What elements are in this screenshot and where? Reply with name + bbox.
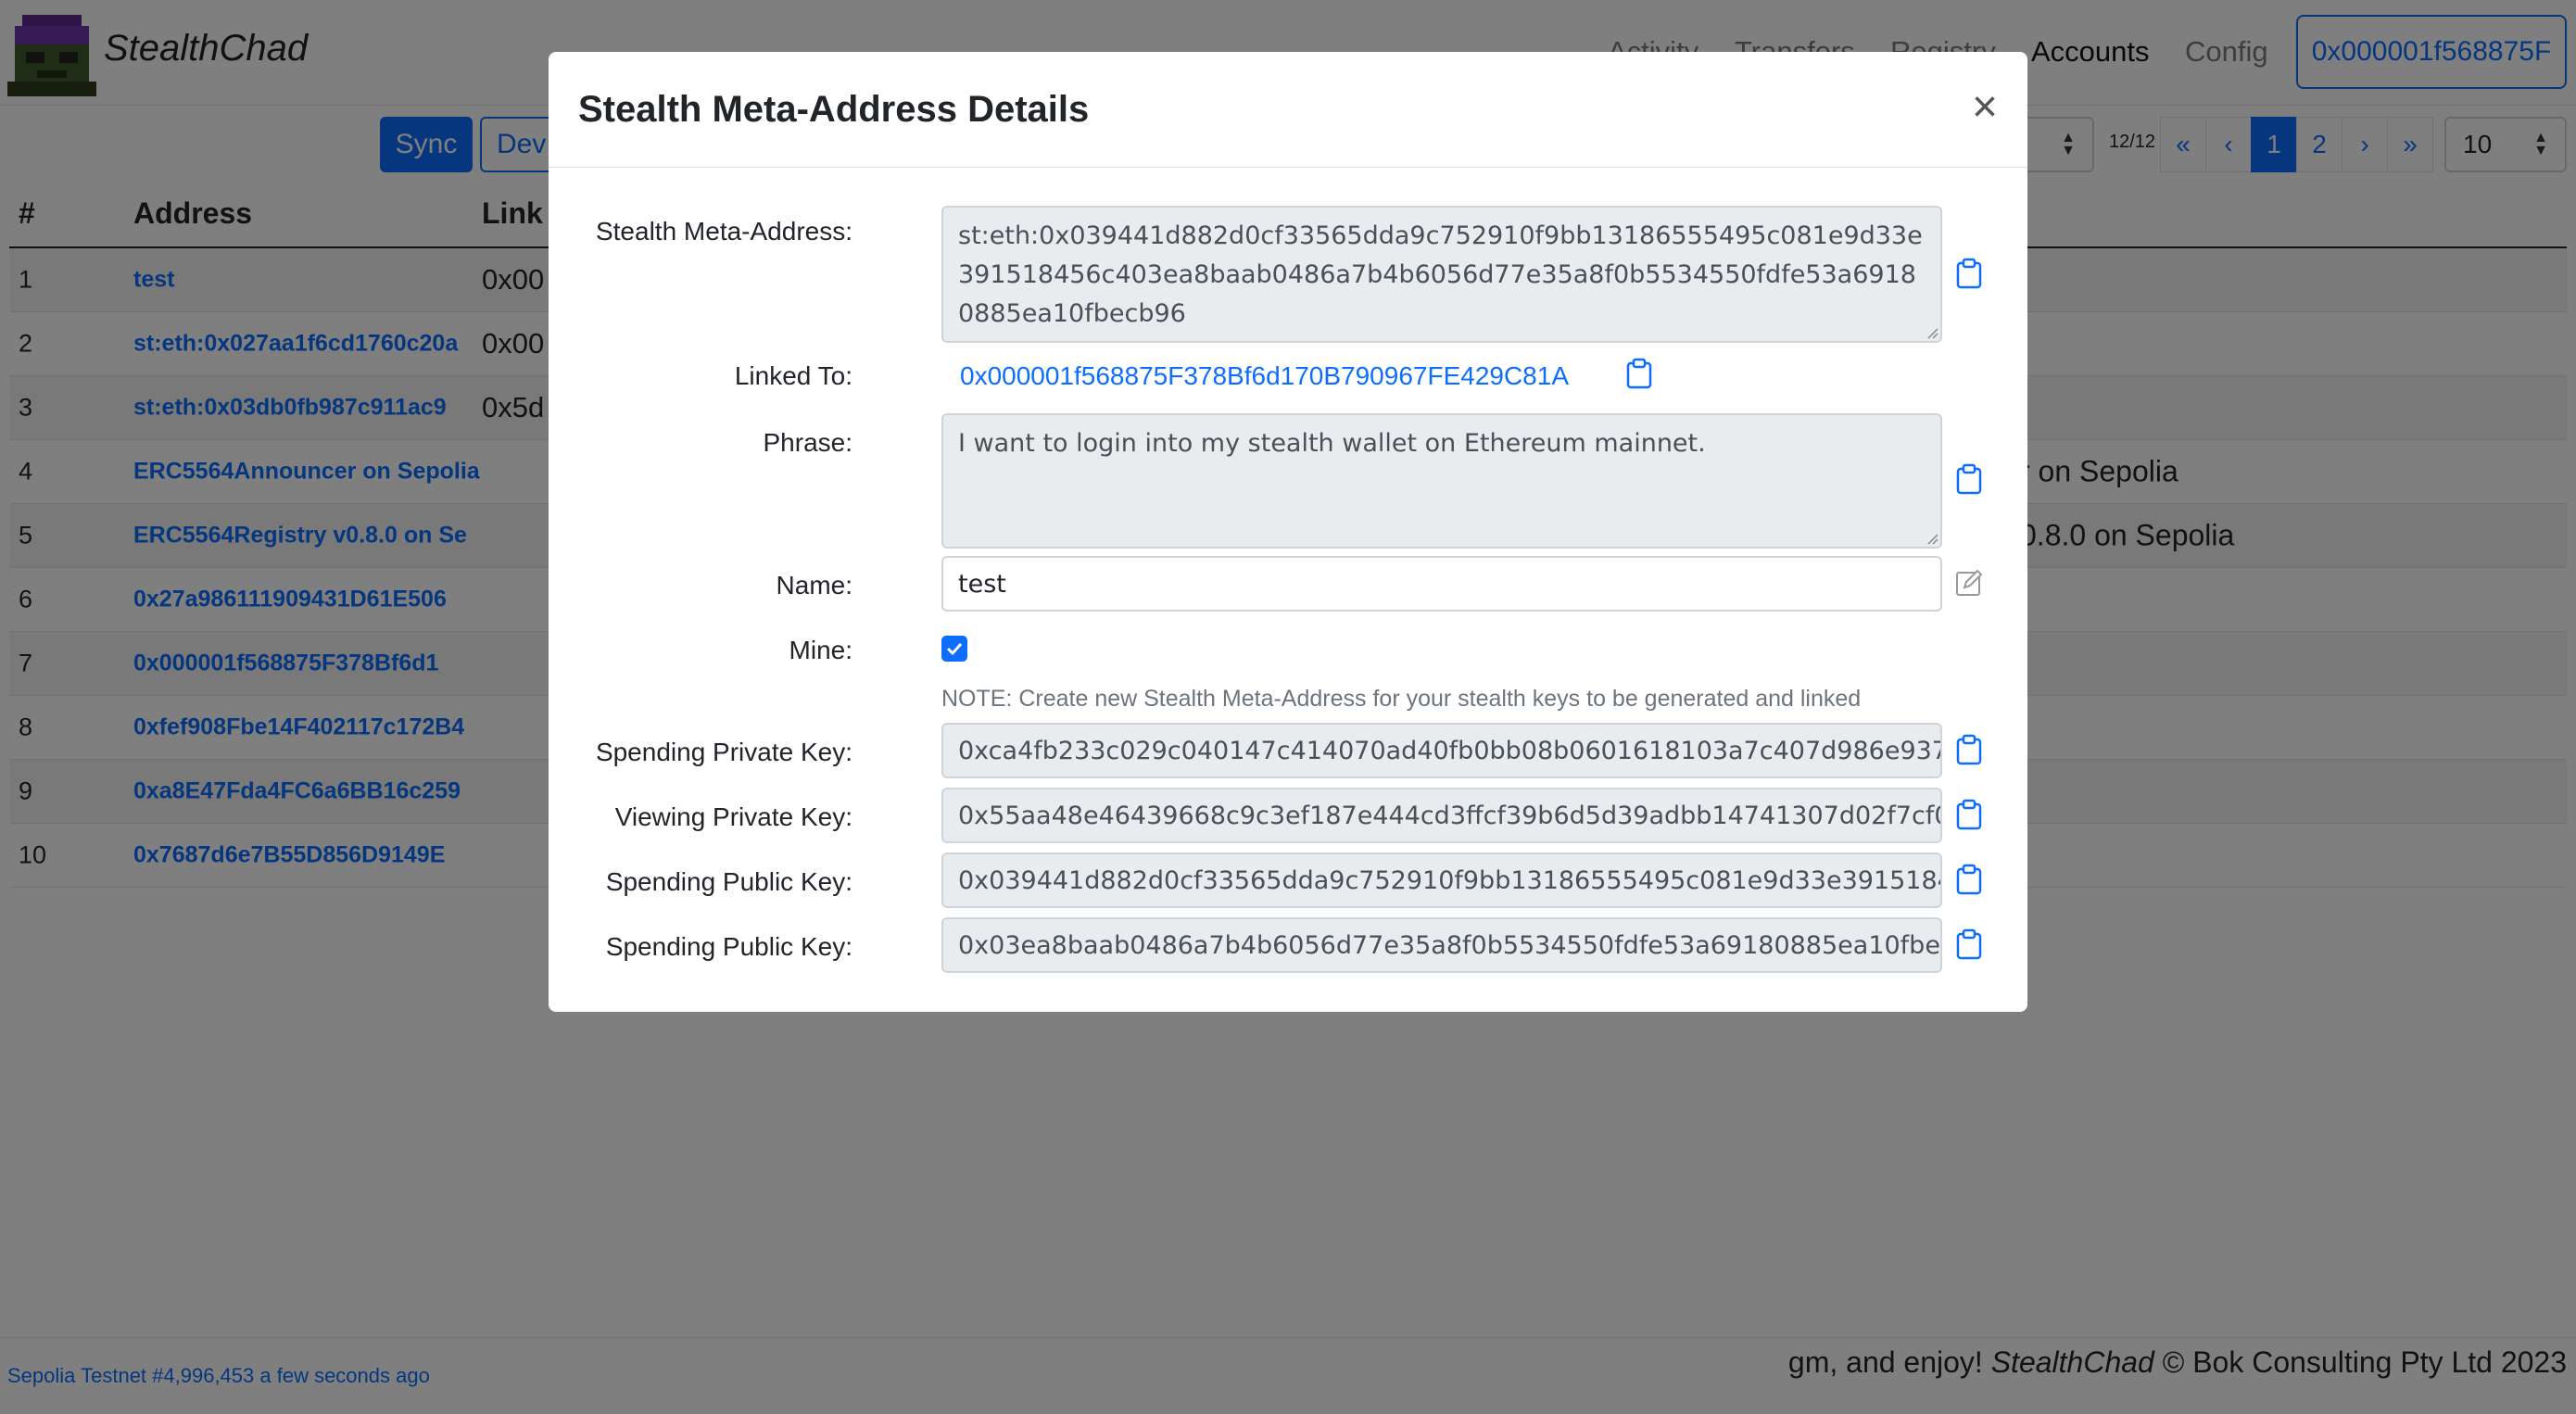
spending-public-key-label: Spending Public Key: — [605, 867, 852, 896]
spending-public-key-2-label: Spending Public Key: — [605, 932, 852, 961]
sma-textarea[interactable]: st:eth:0x039441d882d0cf33565dda9c752910f… — [941, 206, 1942, 343]
viewing-private-key-label: Viewing Private Key: — [614, 802, 852, 831]
name-label: Name: — [776, 571, 852, 600]
clipboard-icon[interactable] — [1625, 358, 1653, 389]
edit-icon[interactable] — [1955, 567, 1983, 599]
mine-checkbox[interactable] — [941, 636, 967, 662]
phrase-label: Phrase: — [763, 428, 853, 457]
phrase-textarea[interactable]: I want to login into my stealth wallet o… — [941, 413, 1942, 549]
stealth-meta-address-modal: Stealth Meta-Address Details × Stealth M… — [549, 52, 2027, 1012]
clipboard-icon[interactable] — [1955, 864, 1983, 895]
check-icon — [946, 642, 963, 656]
modal-title: Stealth Meta-Address Details — [578, 89, 1090, 130]
clipboard-icon[interactable] — [1955, 799, 1983, 830]
sma-value: st:eth:0x039441d882d0cf33565dda9c752910f… — [958, 221, 1923, 328]
viewing-private-key-field[interactable]: 0x55aa48e46439668c9c3ef187e444cd3ffcf39b… — [941, 788, 1942, 843]
close-icon[interactable]: × — [1972, 85, 1998, 130]
spending-public-key-2-field[interactable]: 0x03ea8baab0486a7b4b6056d77e35a8f0b55345… — [941, 917, 1942, 973]
resize-grip-icon[interactable] — [1926, 326, 1938, 339]
clipboard-icon[interactable] — [1955, 258, 1983, 289]
name-input[interactable]: test — [941, 556, 1942, 612]
resize-grip-icon[interactable] — [1926, 532, 1938, 545]
mine-label: Mine: — [789, 636, 852, 664]
sma-label: Stealth Meta-Address: — [595, 217, 852, 246]
modal-header: Stealth Meta-Address Details × — [549, 52, 2027, 168]
clipboard-icon[interactable] — [1955, 928, 1983, 960]
spending-private-key-label: Spending Private Key: — [595, 738, 852, 766]
spending-public-key-field[interactable]: 0x039441d882d0cf33565dda9c752910f9bb1318… — [941, 852, 1942, 908]
linked-to-label: Linked To: — [734, 361, 852, 390]
linked-to-link[interactable]: 0x000001f568875F378Bf6d170B790967FE429C8… — [960, 361, 1569, 391]
phrase-value: I want to login into my stealth wallet o… — [958, 429, 1706, 458]
clipboard-icon[interactable] — [1955, 734, 1983, 765]
clipboard-icon[interactable] — [1955, 463, 1983, 495]
note-text: NOTE: Create new Stealth Meta-Address fo… — [941, 686, 1862, 712]
spending-private-key-field[interactable]: 0xca4fb233c029c040147c414070ad40fb0bb08b… — [941, 723, 1942, 778]
